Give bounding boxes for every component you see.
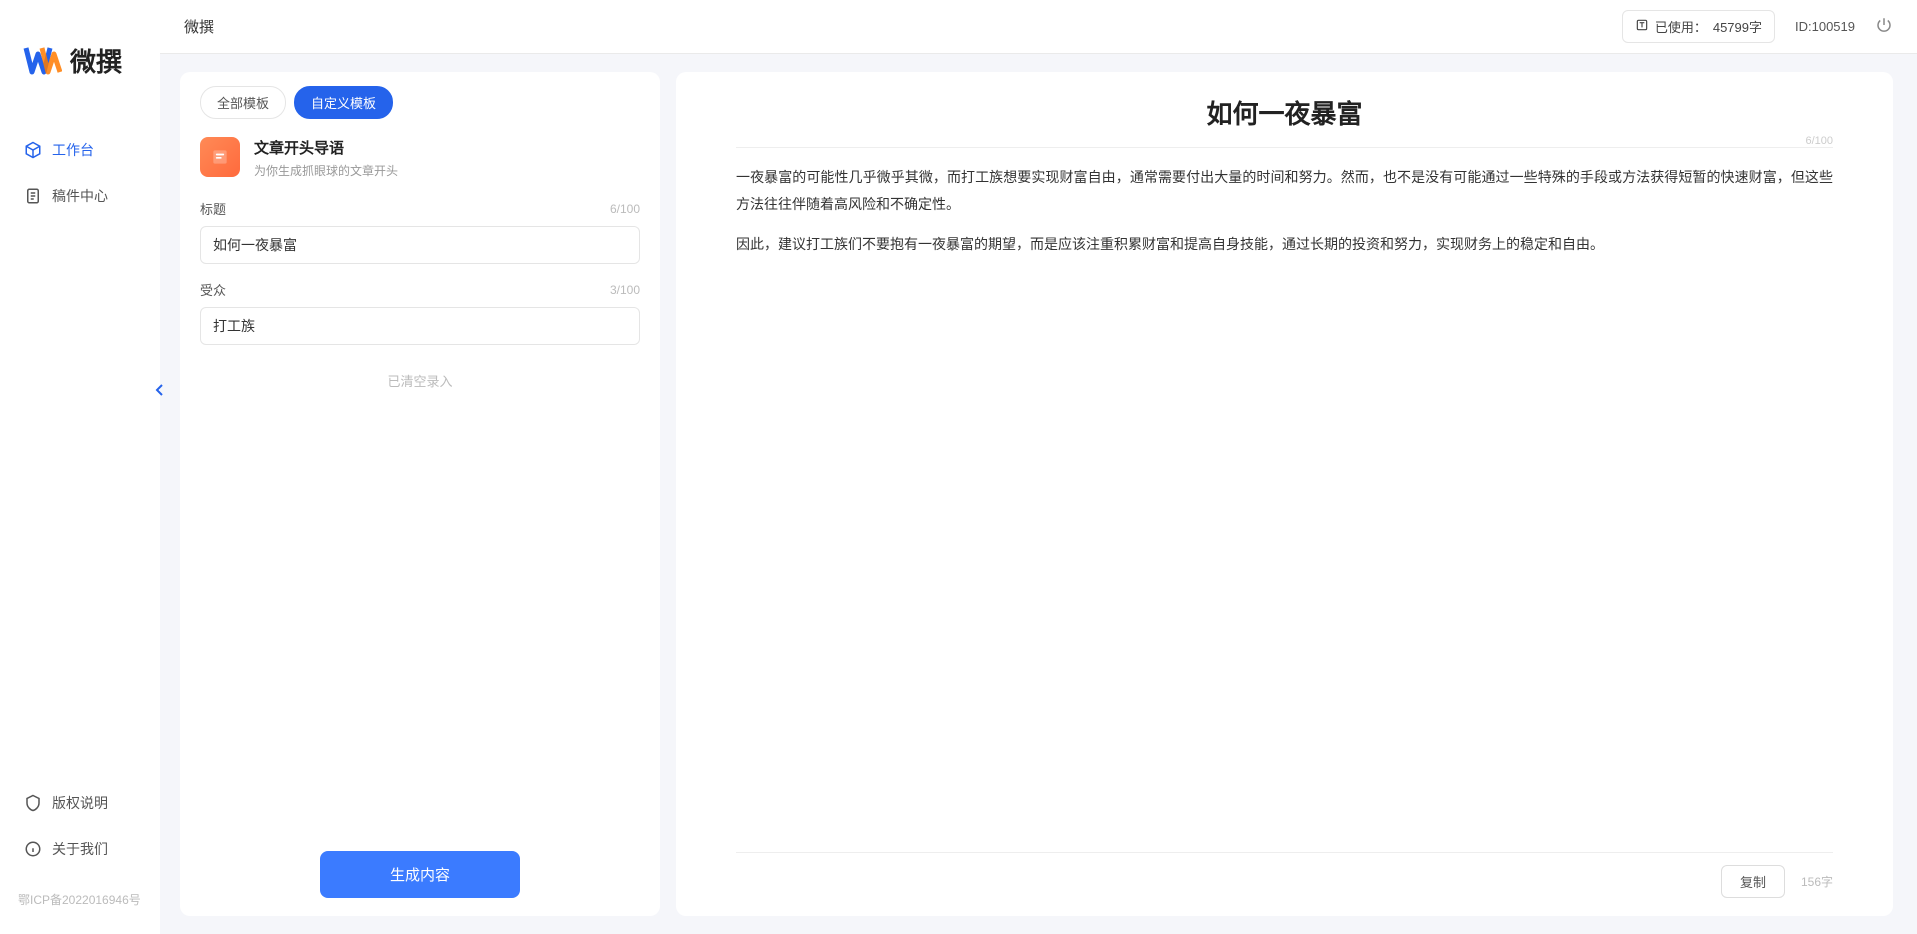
output-paragraph: 一夜暴富的可能性几乎微乎其微，而打工族想要实现财富自由，通常需要付出大量的时间和… — [736, 164, 1833, 217]
output-footer: 复制 156字 — [736, 852, 1833, 898]
output-body: 一夜暴富的可能性几乎微乎其微，而打工族想要实现财富自由，通常需要付出大量的时间和… — [736, 164, 1833, 852]
page-title: 微撰 — [184, 16, 214, 37]
sidebar-collapse-handle[interactable] — [154, 380, 166, 400]
field-title-group: 标题 6/100 — [200, 199, 640, 264]
output-title-counter: 6/100 — [1805, 135, 1833, 147]
form-panel: 全部模板 自定义模板 文章开头导语 为你生成抓眼球的文章开头 — [180, 72, 660, 916]
main-area: 微撰 已使用： 45799字 ID:100519 全 — [160, 0, 1917, 934]
tab-all-templates[interactable]: 全部模板 — [200, 86, 286, 119]
usage-prefix: 已使用： — [1655, 17, 1707, 36]
document-icon — [24, 187, 42, 205]
template-icon — [200, 137, 240, 177]
field-title-label: 标题 — [200, 199, 226, 218]
generate-button[interactable]: 生成内容 — [320, 851, 520, 898]
brand-logo-icon — [22, 40, 62, 80]
nav-label: 工作台 — [52, 140, 94, 160]
field-title-counter: 6/100 — [610, 202, 640, 216]
output-paragraph: 因此，建议打工族们不要抱有一夜暴富的期望，而是应该注重积累财富和提高自身技能，通… — [736, 231, 1833, 258]
cube-icon — [24, 141, 42, 159]
power-button[interactable] — [1875, 16, 1893, 37]
brand-logo: 微撰 — [0, 40, 160, 80]
tab-custom-templates[interactable]: 自定义模板 — [294, 86, 393, 119]
primary-nav: 工作台 稿件中心 — [0, 130, 160, 783]
field-audience-group: 受众 3/100 — [200, 280, 640, 345]
user-id: ID:100519 — [1795, 19, 1855, 34]
clear-input-hint[interactable]: 已清空录入 — [200, 371, 640, 390]
template-description: 为你生成抓眼球的文章开头 — [254, 162, 640, 179]
generate-button-label: 生成内容 — [390, 867, 450, 884]
field-audience-label: 受众 — [200, 280, 226, 299]
audience-input[interactable] — [200, 307, 640, 345]
tab-label: 全部模板 — [217, 96, 269, 111]
nav-label: 稿件中心 — [52, 186, 108, 206]
nav-label: 关于我们 — [52, 839, 108, 859]
output-char-count: 156字 — [1801, 873, 1833, 890]
copy-button-label: 复制 — [1740, 875, 1766, 890]
output-panel: 如何一夜暴富 6/100 一夜暴富的可能性几乎微乎其微，而打工族想要实现财富自由… — [676, 72, 1893, 916]
shield-icon — [24, 794, 42, 812]
template-header: 文章开头导语 为你生成抓眼球的文章开头 — [200, 137, 640, 179]
secondary-nav: 版权说明 关于我们 — [0, 783, 160, 885]
sidebar: 微撰 工作台 稿件中心 版权说明 — [0, 0, 160, 934]
text-icon — [1635, 18, 1649, 35]
usage-badge[interactable]: 已使用： 45799字 — [1622, 10, 1775, 43]
field-audience-counter: 3/100 — [610, 283, 640, 297]
nav-about[interactable]: 关于我们 — [10, 829, 150, 869]
nav-workbench[interactable]: 工作台 — [10, 130, 150, 170]
divider — [736, 147, 1833, 148]
content: 全部模板 自定义模板 文章开头导语 为你生成抓眼球的文章开头 — [160, 54, 1917, 934]
brand-name: 微撰 — [70, 42, 122, 79]
icp-license: 鄂ICP备2022016946号 — [0, 885, 160, 914]
nav-copyright[interactable]: 版权说明 — [10, 783, 150, 823]
topbar: 微撰 已使用： 45799字 ID:100519 — [160, 0, 1917, 54]
nav-drafts[interactable]: 稿件中心 — [10, 176, 150, 216]
title-input[interactable] — [200, 226, 640, 264]
usage-value: 45799字 — [1713, 17, 1762, 36]
info-icon — [24, 840, 42, 858]
template-tabs: 全部模板 自定义模板 — [200, 86, 640, 119]
template-title: 文章开头导语 — [254, 137, 640, 158]
nav-label: 版权说明 — [52, 793, 108, 813]
tab-label: 自定义模板 — [311, 96, 376, 111]
copy-button[interactable]: 复制 — [1721, 865, 1785, 898]
output-title: 如何一夜暴富 — [736, 94, 1833, 141]
